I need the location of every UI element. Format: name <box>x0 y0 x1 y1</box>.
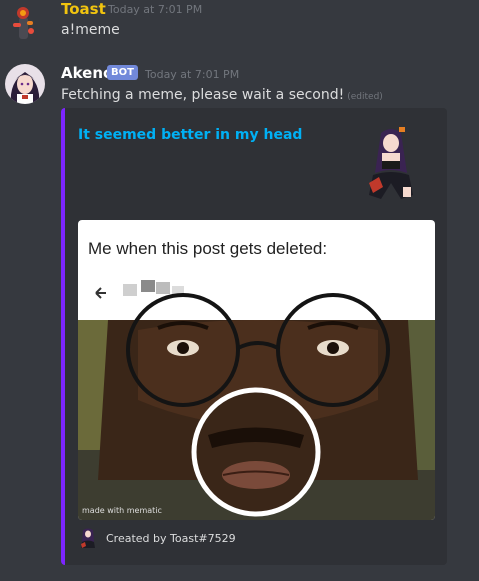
embed-thumbnail[interactable] <box>361 123 421 203</box>
toast-username[interactable]: Toast <box>61 0 106 18</box>
meme-image[interactable]: Me when this post gets deleted: made wit… <box>78 220 435 520</box>
toast-avatar[interactable] <box>5 3 45 43</box>
akeno-username[interactable]: Akeno <box>61 64 113 82</box>
footer-icon <box>79 528 97 548</box>
akeno-message-text: Fetching a meme, please wait a second! (e… <box>61 87 383 103</box>
akeno-message-body: Fetching a meme, please wait a second! <box>61 87 345 103</box>
meme-watermark: made with mematic <box>82 506 162 515</box>
akeno-avatar[interactable] <box>5 64 45 104</box>
embed-footer-text: Created by Toast#7529 <box>106 532 236 545</box>
toast-message-text: a!meme <box>61 22 120 38</box>
embed-title-link[interactable]: It seemed better in my head <box>78 127 302 143</box>
message-toast: Toast Today at 7:01 PM a!meme <box>0 0 479 50</box>
edited-label: (edited) <box>347 92 383 102</box>
meme-caption: Me when this post gets deleted: <box>88 239 328 258</box>
toast-timestamp: Today at 7:01 PM <box>108 3 203 16</box>
bot-badge: BOT <box>107 65 138 80</box>
meme-embed: It seemed better in my head Me when this… <box>61 108 447 565</box>
meme-photo <box>78 280 435 520</box>
akeno-timestamp: Today at 7:01 PM <box>145 68 240 81</box>
